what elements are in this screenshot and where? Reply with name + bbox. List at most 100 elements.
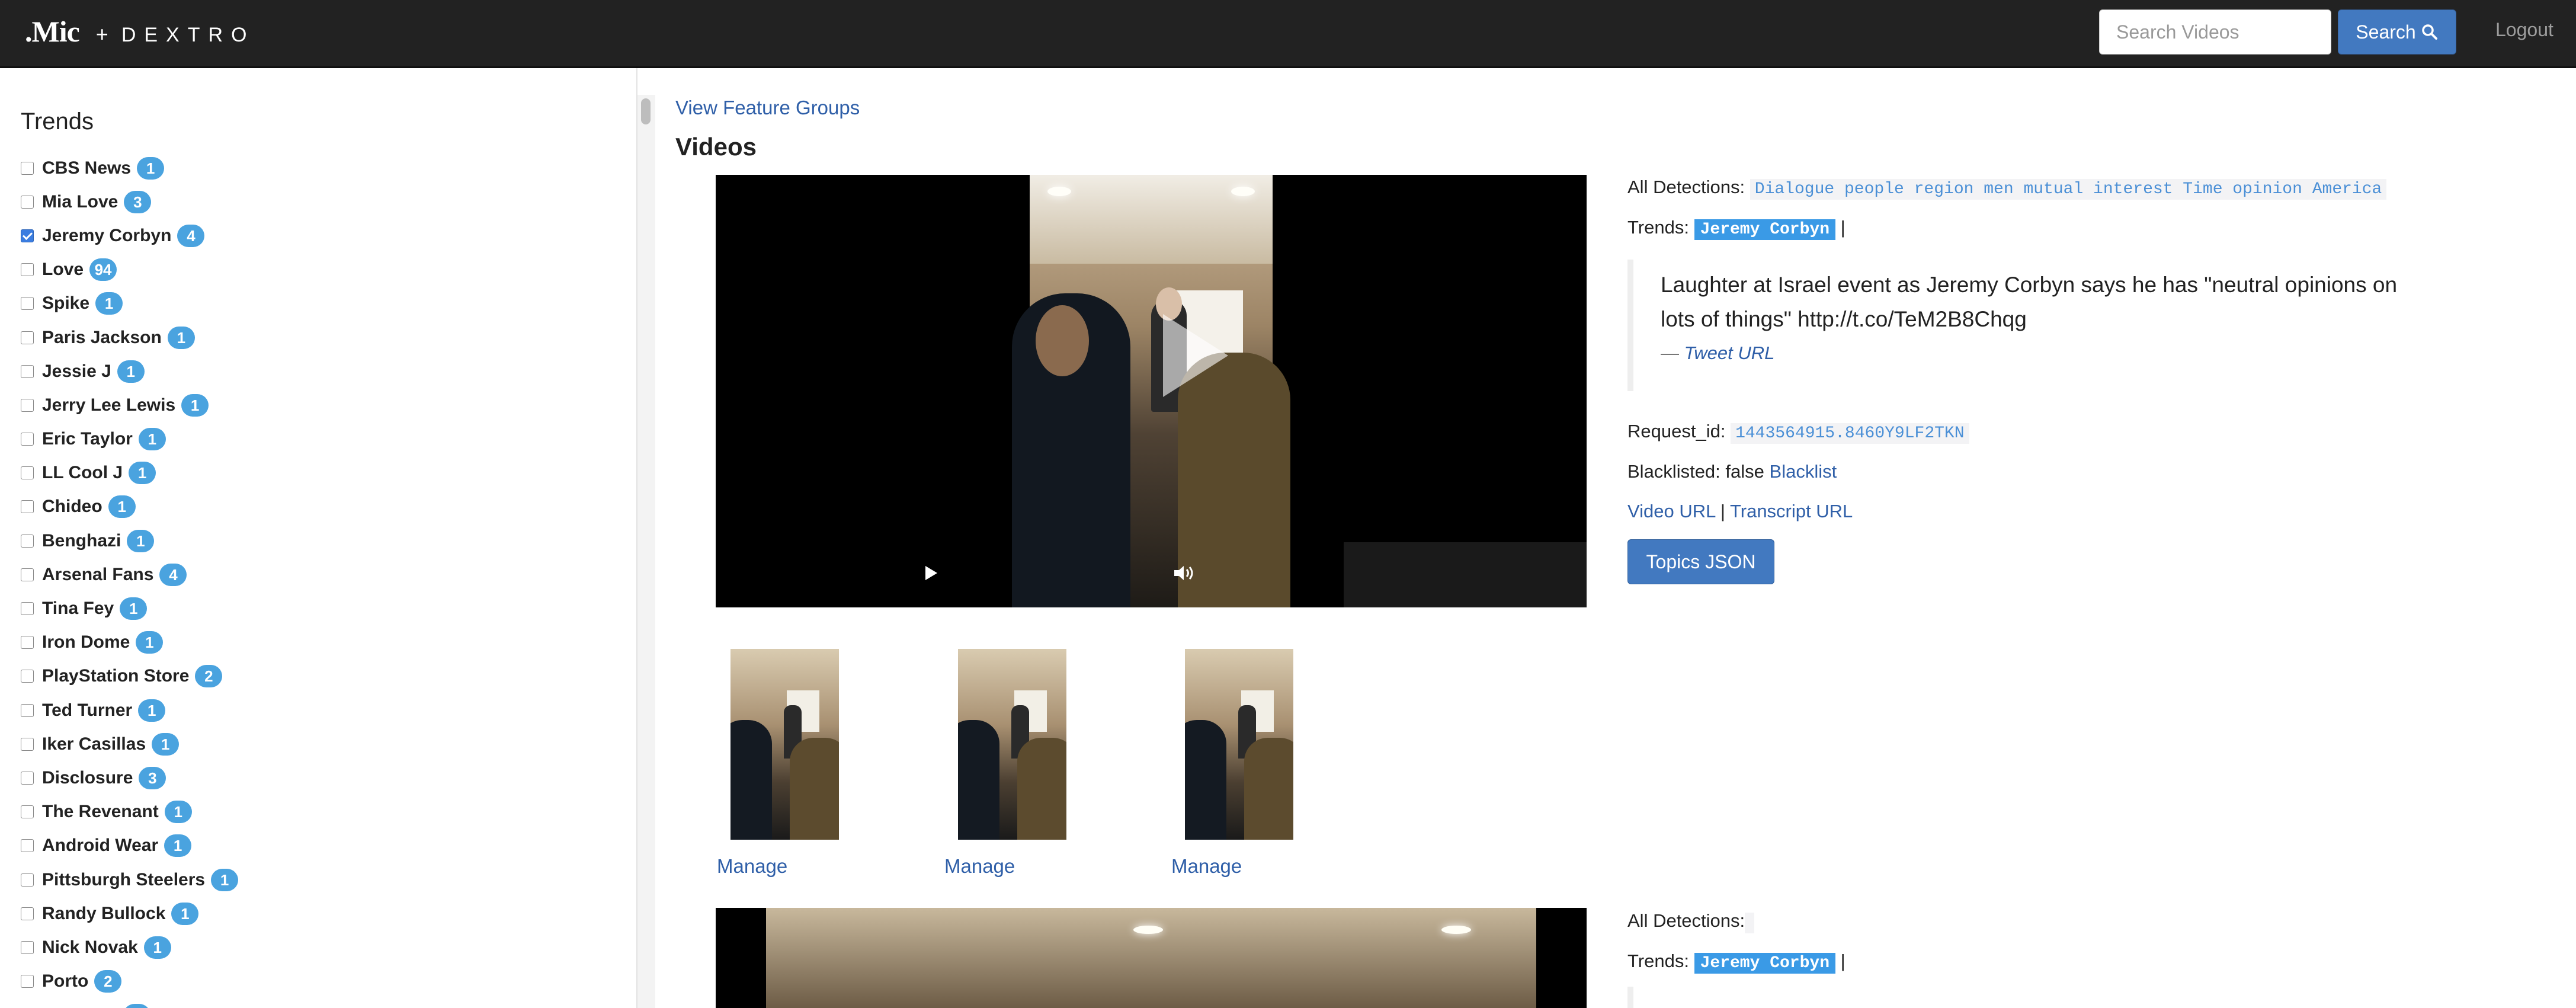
trend-item[interactable]: Iron Dome 1	[21, 626, 238, 660]
trend-count-badge: 4	[159, 563, 187, 586]
trend-checkbox[interactable]	[21, 466, 34, 480]
trend-label: LL Cool J	[42, 463, 123, 483]
trend-item[interactable]: Arsenal Fans 4	[21, 558, 238, 591]
trend-checkbox[interactable]	[21, 398, 34, 412]
tweet-url-link[interactable]: Tweet URL	[1684, 343, 1775, 363]
trend-label: Pittsburgh Steelers	[42, 869, 206, 889]
trend-checkbox[interactable]	[21, 839, 34, 853]
video-player[interactable]	[716, 175, 1587, 607]
video-url-link[interactable]: Video URL	[1627, 501, 1715, 521]
tweet-quote	[1627, 987, 1633, 1008]
video-player[interactable]	[716, 908, 1587, 1008]
trend-item[interactable]: Porto 2	[21, 965, 238, 999]
trend-label: Jeremy Corbyn	[42, 225, 172, 245]
sidebar-title: Trends	[21, 108, 94, 135]
trend-checkbox[interactable]	[21, 771, 34, 785]
video-thumbnail[interactable]	[730, 649, 839, 840]
view-feature-groups-link[interactable]: View Feature Groups	[675, 97, 860, 119]
brand-logo[interactable]: .Mic + DEXTRO	[25, 14, 255, 50]
trend-item[interactable]: Paris Jackson 1	[21, 321, 238, 354]
transcript-url-link[interactable]: Transcript URL	[1730, 501, 1853, 521]
scrollbar-thumb[interactable]	[641, 98, 651, 124]
trend-count-badge: 1	[127, 529, 155, 552]
trend-checkbox[interactable]	[21, 568, 34, 581]
manage-link[interactable]: Manage	[944, 855, 1015, 878]
trend-item[interactable]: Tina Fey 1	[21, 591, 238, 625]
trend-checkbox[interactable]	[21, 636, 34, 649]
url-links-row: Video URL | Transcript URL	[1627, 501, 1853, 522]
trend-checkbox[interactable]	[21, 940, 34, 954]
manage-link[interactable]: Manage	[1171, 855, 1242, 878]
trend-count-badge: 2	[195, 665, 223, 688]
trend-count-badge: 3	[139, 766, 166, 789]
sidebar: Trends CBS News 1 Mia Love 3 Jeremy Corbyn 4 L…	[0, 68, 636, 1008]
video-thumbnail[interactable]	[958, 649, 1066, 840]
brand-dextro: DEXTRO	[121, 24, 255, 46]
trend-label: Jessie J	[42, 361, 111, 381]
trend-checkbox[interactable]	[21, 737, 34, 751]
trend-checkbox[interactable]	[21, 975, 34, 988]
trend-checkbox[interactable]	[21, 907, 34, 920]
trend-checkbox[interactable]	[21, 534, 34, 548]
thumb-person	[1185, 720, 1226, 840]
trend-count-badge: 1	[136, 631, 164, 654]
trend-item[interactable]: Jeremy Corbyn 4	[21, 219, 238, 252]
trend-item[interactable]: Iker Casillas 1	[21, 727, 238, 761]
trend-label: Iker Casillas	[42, 734, 146, 754]
trend-checkbox[interactable]	[21, 331, 34, 344]
play-overlay-icon[interactable]	[1163, 314, 1228, 397]
trend-label: Spike	[42, 293, 90, 313]
trend-item[interactable]: The Revenant 1	[21, 795, 238, 829]
video-thumbnail[interactable]	[1185, 649, 1293, 840]
trend-checkbox[interactable]	[21, 602, 34, 616]
volume-icon[interactable]	[1173, 564, 1197, 582]
trend-item[interactable]: Ted Turner 1	[21, 693, 238, 727]
trend-checkbox[interactable]	[21, 433, 34, 446]
manage-link[interactable]: Manage	[717, 855, 787, 878]
trend-item[interactable]: FC Porto 1	[21, 999, 238, 1008]
thumb-person	[790, 738, 839, 840]
video-frame	[766, 908, 1536, 1008]
trend-item[interactable]: Disclosure 3	[21, 761, 238, 795]
scrollbar-track[interactable]	[637, 95, 655, 1008]
trends-label: Trends:	[1627, 217, 1689, 238]
trend-checkbox[interactable]	[21, 805, 34, 819]
trend-count-badge: 1	[129, 462, 156, 485]
trend-count-badge: 1	[123, 1004, 150, 1008]
trend-item[interactable]: Randy Bullock 1	[21, 897, 238, 930]
trend-checkbox[interactable]	[21, 500, 34, 514]
trend-item[interactable]: Jessie J 1	[21, 354, 238, 388]
trend-checkbox[interactable]	[21, 263, 34, 277]
play-icon[interactable]	[925, 566, 937, 580]
trend-item[interactable]: Spike 1	[21, 287, 238, 321]
request-id-value: 1443564915.8460Y9LF2TKN	[1731, 423, 1969, 444]
link-separator: |	[1720, 501, 1725, 521]
trend-item[interactable]: CBS News 1	[21, 151, 238, 185]
trend-item[interactable]: LL Cool J 1	[21, 456, 238, 490]
trend-item[interactable]: Mia Love 3	[21, 185, 238, 219]
trend-item[interactable]: Android Wear 1	[21, 829, 238, 863]
trend-checkbox[interactable]	[21, 297, 34, 311]
trend-item[interactable]: Chideo 1	[21, 490, 238, 524]
trend-checkbox[interactable]	[21, 873, 34, 887]
search-button[interactable]: Search	[2338, 9, 2456, 55]
trend-item[interactable]: Pittsburgh Steelers 1	[21, 863, 239, 897]
trend-checkbox[interactable]	[21, 161, 34, 175]
trend-item[interactable]: Love 94	[21, 253, 238, 287]
blacklist-link[interactable]: Blacklist	[1770, 461, 1837, 482]
topics-json-button[interactable]: Topics JSON	[1627, 539, 1774, 584]
trend-item[interactable]: PlayStation Store 2	[21, 660, 238, 693]
trend-checkbox[interactable]	[21, 670, 34, 683]
trend-item[interactable]: Nick Novak 1	[21, 930, 238, 964]
trend-item[interactable]: Eric Taylor 1	[21, 423, 238, 456]
trend-label: CBS News	[42, 158, 132, 178]
search-input[interactable]	[2099, 9, 2331, 55]
trend-checkbox[interactable]	[21, 229, 34, 242]
trend-item[interactable]: Jerry Lee Lewis 1	[21, 388, 238, 422]
trend-checkbox[interactable]	[21, 195, 34, 209]
trend-checkbox[interactable]	[21, 703, 34, 717]
trend-item[interactable]: Benghazi 1	[21, 524, 238, 558]
logout-link[interactable]: Logout	[2495, 19, 2553, 41]
tweet-text: Laughter at Israel event as Jeremy Corby…	[1661, 268, 2481, 337]
trend-checkbox[interactable]	[21, 364, 34, 378]
